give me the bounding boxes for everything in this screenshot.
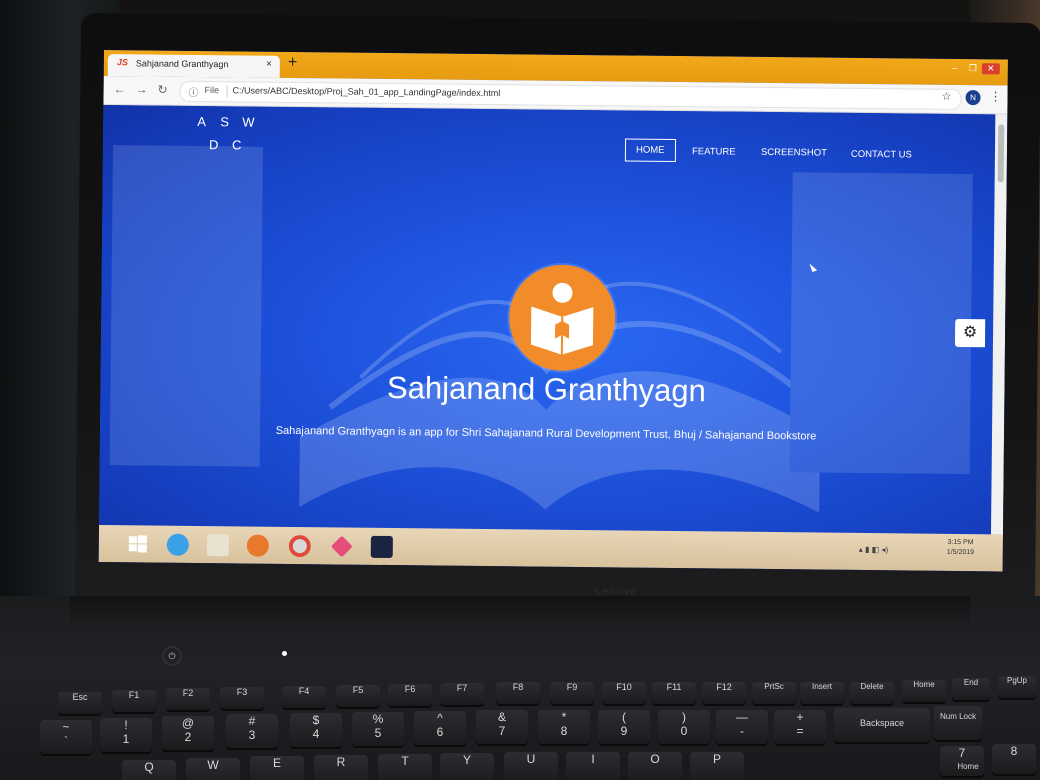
bookmark-star-icon[interactable]: ☆ — [941, 90, 951, 103]
key-f2[interactable]: F2 — [166, 688, 210, 710]
status-led — [282, 651, 287, 656]
system-tray[interactable]: ▴ ▮ ◧ ◂) — [859, 545, 888, 554]
key-delete[interactable]: Delete — [850, 682, 894, 704]
key-insert[interactable]: Insert — [800, 682, 844, 704]
taskbar-clock[interactable]: 3:15 PM 1/5/2019 — [947, 538, 974, 558]
close-window-icon[interactable]: ✕ — [981, 63, 1000, 75]
tab-favicon: JS — [116, 57, 128, 68]
key-f11[interactable]: F11 — [652, 682, 696, 704]
key-4[interactable]: $4 — [290, 713, 342, 747]
clock-time: 3:15 PM — [947, 538, 974, 547]
key-r[interactable]: R — [314, 755, 368, 780]
key-f6[interactable]: F6 — [388, 684, 432, 706]
key-2[interactable]: @2 — [162, 716, 214, 750]
photo-scene: Lenovo JS Sahjanand Granthyagn × + – ❐ ✕ ←… — [0, 0, 1040, 780]
file-label: File — [204, 85, 220, 96]
reader-book-icon — [530, 282, 594, 355]
key-f4[interactable]: F4 — [282, 686, 326, 708]
key-f5[interactable]: F5 — [336, 685, 380, 707]
profile-avatar[interactable]: N — [965, 90, 981, 106]
chrome-icon[interactable] — [288, 534, 311, 558]
key-f1[interactable]: F1 — [112, 690, 156, 712]
internet-explorer-icon[interactable] — [166, 533, 189, 556]
key-3[interactable]: #3 — [226, 714, 278, 748]
forward-arrow-icon[interactable]: → — [136, 82, 148, 96]
key-esc[interactable]: Esc — [58, 692, 102, 714]
key-pgup[interactable]: PgUp — [998, 676, 1036, 698]
key-home[interactable]: Home — [902, 680, 946, 702]
power-button-icon[interactable]: ⏻ — [162, 646, 182, 666]
key-numpad-home-label: Home — [957, 762, 979, 771]
key-backspace[interactable]: Backspace — [834, 708, 930, 742]
menu-kebab-icon[interactable]: ⋮ — [989, 89, 1001, 103]
reload-icon[interactable]: ↻ — [158, 83, 168, 97]
firefox-icon[interactable] — [246, 534, 269, 557]
laptop-screen: JS Sahjanand Granthyagn × + – ❐ ✕ ← → ↻ ⓘ … — [98, 50, 1008, 572]
landing-page-viewport: A S W D C HOME FEATURE SCREENSHOT CONTAC… — [99, 104, 996, 535]
key-5[interactable]: % 5 — [352, 712, 404, 746]
window-controls: – ❐ ✕ — [946, 63, 1000, 75]
key-t[interactable]: T — [378, 754, 432, 780]
key-prtsc[interactable]: PrtSc — [752, 682, 796, 704]
omnibox-divider — [226, 85, 228, 98]
new-tab-button[interactable]: + — [288, 54, 298, 72]
key-1[interactable]: ! 1 — [100, 718, 152, 752]
app-diamond-icon[interactable] — [330, 535, 353, 558]
key-w[interactable]: W — [186, 758, 240, 780]
key-e[interactable]: E — [250, 756, 304, 780]
nav-feature[interactable]: FEATURE — [692, 146, 736, 157]
site-logo-letter-w[interactable]: W — [242, 114, 254, 129]
key-end[interactable]: End — [952, 678, 990, 700]
key-numpad-8[interactable]: 8 — [992, 744, 1036, 774]
site-logo-letter-d[interactable]: D — [209, 137, 219, 152]
key-f10[interactable]: F10 — [602, 682, 646, 704]
key-f3[interactable]: F3 — [220, 687, 264, 709]
url-text[interactable]: C:/Users/ABC/Desktop/Proj_Sah_01_app_Lan… — [233, 85, 501, 98]
clock-date: 1/5/2019 — [946, 548, 975, 557]
key-p[interactable]: P — [690, 752, 744, 780]
key-y[interactable]: Y — [440, 753, 494, 780]
site-logo-letter-a[interactable]: A — [197, 114, 206, 129]
key-8[interactable]: * 8 — [538, 710, 590, 744]
key-f8[interactable]: F8 — [496, 682, 540, 704]
key-f7[interactable]: F7 — [440, 683, 484, 705]
windows-start-icon[interactable] — [127, 533, 149, 555]
tab-title: Sahjanand Granthyagn — [135, 58, 229, 70]
info-icon[interactable]: ⓘ — [188, 84, 198, 99]
nav-contact-us[interactable]: CONTACT US — [851, 149, 912, 161]
keyboard: Esc F1 F2 F3 F4 F5 F6 F7 F8 F9 F10 F11 F… — [0, 676, 1040, 780]
restore-icon[interactable]: ❐ — [964, 63, 982, 74]
key-equals[interactable]: + = — [774, 710, 826, 744]
file-explorer-icon[interactable] — [206, 534, 229, 557]
site-logo-letter-c[interactable]: C — [232, 137, 242, 152]
key-num-lock[interactable]: Num Lock — [934, 706, 982, 740]
key-o[interactable]: O — [628, 752, 682, 780]
browser-tab[interactable]: JS Sahjanand Granthyagn × — [107, 54, 280, 78]
key-u[interactable]: U — [504, 752, 558, 780]
laptop-hinge — [70, 596, 970, 630]
key-i[interactable]: I — [566, 752, 620, 780]
scrollbar-thumb[interactable] — [997, 124, 1005, 183]
key-tilde[interactable]: ~ ` — [40, 720, 92, 754]
key-f9[interactable]: F9 — [550, 682, 594, 704]
key-7[interactable]: & 7 — [476, 710, 528, 744]
site-logo-letter-s[interactable]: S — [220, 114, 229, 129]
nav-home[interactable]: HOME — [624, 138, 676, 162]
app-window-icon[interactable] — [370, 535, 393, 559]
key-9[interactable]: (9 — [598, 710, 650, 744]
settings-gear-icon[interactable]: ⚙ — [954, 318, 986, 348]
hero-logo-circle — [508, 264, 616, 372]
key-f12[interactable]: F12 — [702, 682, 746, 704]
minimize-icon[interactable]: – — [946, 63, 964, 73]
key-6[interactable]: ^ 6 — [414, 711, 466, 745]
address-bar[interactable]: ⓘ File C:/Users/ABC/Desktop/Proj_Sah_01_… — [179, 80, 962, 110]
key-0[interactable]: ) 0 — [658, 710, 710, 744]
key-q[interactable]: Q — [122, 760, 176, 780]
nav-screenshot[interactable]: SCREENSHOT — [761, 147, 827, 159]
back-arrow-icon[interactable]: ← — [114, 82, 126, 96]
tab-close-icon[interactable]: × — [266, 59, 272, 70]
key-minus[interactable]: — - — [716, 710, 768, 744]
